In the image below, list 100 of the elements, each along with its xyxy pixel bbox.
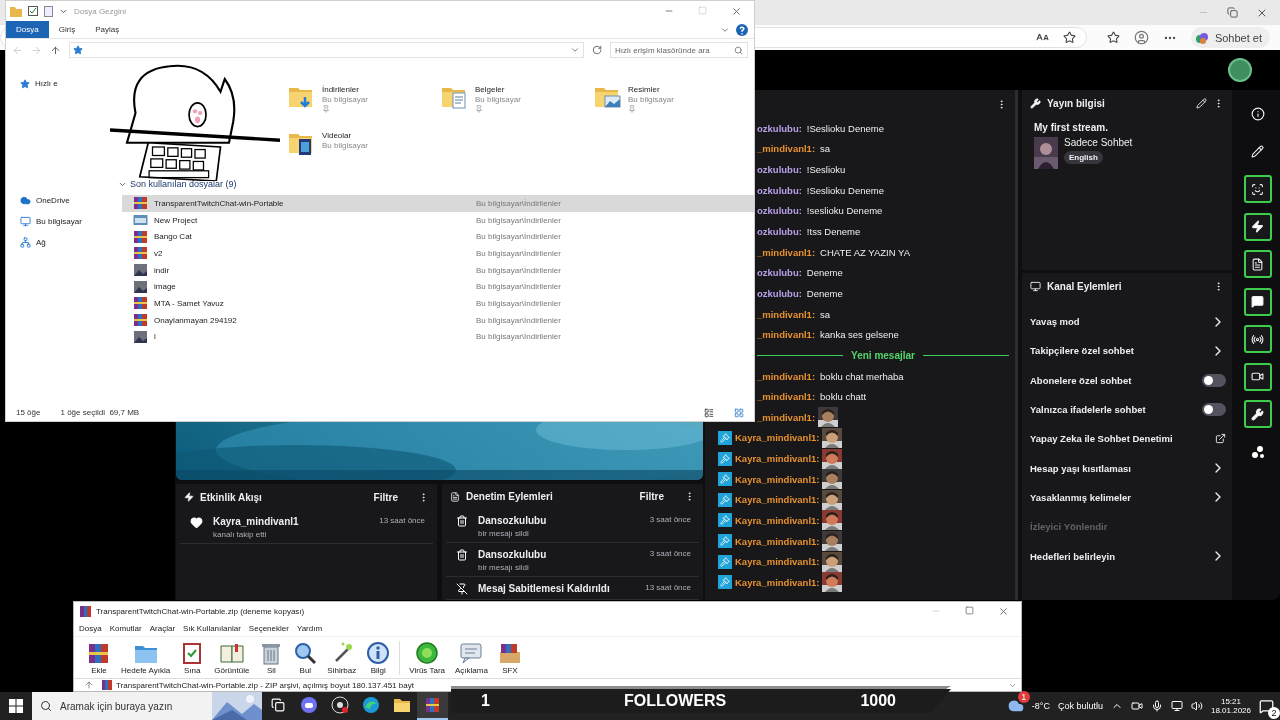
- file-row[interactable]: Onaylanmayan 294192 Bu bilgisayar\İndirilenler: [122, 311, 754, 329]
- file-row[interactable]: MTA - Samet Yavuz Bu bilgisayar\İndirilenler: [122, 295, 754, 312]
- toolbar-button[interactable]: Sına: [177, 640, 208, 675]
- chat-username[interactable]: ozkulubu:: [757, 267, 802, 279]
- close-icon[interactable]: [998, 606, 1009, 617]
- menu-item[interactable]: Dosya: [79, 624, 102, 633]
- toolbar-button[interactable]: Virüs Tara: [406, 640, 448, 675]
- menu-item[interactable]: Komutlar: [109, 624, 142, 633]
- chat-username[interactable]: ozkulubu:: [757, 226, 802, 237]
- restore-icon[interactable]: [1227, 7, 1238, 18]
- toolbar-button[interactable]: Bilgi: [363, 640, 394, 675]
- filter-button[interactable]: Filtre: [639, 491, 664, 502]
- camera-icon[interactable]: [1130, 700, 1143, 712]
- search-field[interactable]: Hızlı erişim klasöründe ara: [610, 42, 748, 58]
- toolbar-button[interactable]: Hedefe Ayıkla: [118, 640, 174, 675]
- nav-item[interactable]: Bu bilgisayar: [36, 217, 82, 226]
- document-button[interactable]: [1243, 250, 1272, 278]
- chat-username[interactable]: ozkulubu:: [757, 287, 802, 299]
- nav-item[interactable]: Ağ: [36, 238, 46, 247]
- channel-action[interactable]: Yavaş mod: [1030, 316, 1080, 328]
- toolbar-button[interactable]: Açıklama: [452, 640, 491, 675]
- folder-tile[interactable]: İndirilenler Bu bilgisayar: [288, 83, 441, 119]
- camera-button[interactable]: [1243, 175, 1272, 203]
- refresh-icon[interactable]: [592, 45, 602, 55]
- channel-action[interactable]: Hedefleri belirleyin: [1030, 550, 1115, 562]
- chat-username[interactable]: _mindivanl1:: [757, 329, 816, 341]
- toolbar-button[interactable]: Bul: [290, 640, 321, 675]
- up-icon[interactable]: [50, 44, 61, 56]
- file-row[interactable]: New Project Bu bilgisayar\İndirilenler: [122, 211, 754, 229]
- folder-tile[interactable]: Videolar Bu bilgisayar: [288, 129, 441, 165]
- file-row[interactable]: image Bu bilgisayar\İndirilenler: [122, 278, 754, 296]
- file-row[interactable]: Bango Cat Bu bilgisayar\İndirilenler: [122, 228, 754, 246]
- star-icon[interactable]: [1062, 31, 1076, 44]
- taskbar-app-button[interactable]: [417, 692, 448, 720]
- chat-username[interactable]: Kayra_mindivanl1:: [735, 535, 820, 547]
- file-row[interactable]: indir Bu bilgisayar\İndirilenler: [122, 261, 754, 279]
- toolbar-button[interactable]: Sil: [256, 640, 287, 675]
- chat-username[interactable]: _mindivanl1:: [757, 143, 816, 155]
- folder-tile[interactable]: Resimler Bu bilgisayar: [594, 83, 747, 119]
- external-link-icon[interactable]: [1215, 433, 1226, 445]
- chat-username[interactable]: _mindivanl1:: [757, 370, 816, 382]
- chat-username[interactable]: Kayra_mindivanl1:: [735, 453, 820, 465]
- chat-username[interactable]: Kayra_mindivanl1:: [735, 494, 820, 506]
- chat-username[interactable]: _mindivanl1:: [757, 411, 816, 423]
- notification-icon[interactable]: [1259, 698, 1274, 714]
- ribbon-tab[interactable]: Paylaş: [85, 21, 130, 38]
- nav-item[interactable]: OneDrive: [36, 196, 70, 205]
- mic-icon[interactable]: [1150, 700, 1163, 712]
- wrench-button[interactable]: [1243, 400, 1272, 428]
- channel-action[interactable]: Yapay Zeka ile Sohbet Denetimi: [1030, 433, 1173, 445]
- ribbon-tab[interactable]: Giriş: [48, 21, 86, 38]
- menu-item[interactable]: Sık Kullanılanlar: [183, 624, 241, 633]
- menu-item[interactable]: Araçlar: [149, 624, 176, 633]
- chat-username[interactable]: _mindivanl1:: [757, 246, 816, 258]
- menu-item[interactable]: Yardım: [296, 624, 323, 633]
- toolbar-button[interactable]: SFX: [494, 640, 525, 675]
- copilot-button[interactable]: Sohbet et: [1190, 27, 1270, 48]
- channel-action[interactable]: Abonelere özel sohbet: [1030, 374, 1132, 386]
- volume-icon[interactable]: [1190, 700, 1203, 712]
- chat-username[interactable]: Kayra_mindivanl1:: [735, 576, 820, 588]
- channel-action[interactable]: Yasaklanmış kelimeler: [1030, 491, 1131, 503]
- star-icon[interactable]: [1106, 31, 1120, 44]
- chat-username[interactable]: Kayra_mindivanl1:: [735, 515, 820, 526]
- chat-username[interactable]: Kayra_mindivanl1:: [735, 432, 820, 444]
- chat-username[interactable]: ozkulubu:: [757, 164, 802, 176]
- chat-button[interactable]: [1243, 287, 1272, 316]
- broadcast-button[interactable]: [1243, 325, 1272, 353]
- file-row[interactable]: i Bu bilgisayar\İndirilenler: [122, 328, 754, 346]
- toggle-switch[interactable]: [1202, 403, 1226, 417]
- ribbon-tab[interactable]: Dosya: [6, 21, 49, 38]
- clock[interactable]: 15:21 18.01.2026: [1210, 697, 1251, 715]
- toolbar-button[interactable]: Sihirbaz: [324, 640, 360, 675]
- video-button[interactable]: [1243, 362, 1272, 391]
- chat-username[interactable]: Kayra_mindivanl1:: [735, 556, 820, 568]
- filter-button[interactable]: Filtre: [373, 491, 398, 503]
- tiles-view-icon[interactable]: [734, 407, 744, 418]
- dropdown-icon[interactable]: [570, 45, 580, 55]
- monitor-icon[interactable]: [1170, 700, 1183, 712]
- channel-action[interactable]: Hesap yaşı kısıtlaması: [1030, 462, 1131, 474]
- language-tag[interactable]: English: [1064, 151, 1103, 164]
- chat-username[interactable]: Kayra_mindivanl1:: [735, 473, 820, 485]
- toolbar-button[interactable]: Ekle: [84, 640, 114, 675]
- chat-username[interactable]: ozkulubu:: [757, 122, 802, 134]
- chat-username[interactable]: ozkulubu:: [757, 205, 802, 217]
- file-row[interactable]: v2 Bu bilgisayar\İndirilenler: [122, 245, 754, 262]
- chat-username[interactable]: _mindivanl1:: [757, 308, 816, 320]
- nav-item[interactable]: Hızlı e: [35, 79, 58, 88]
- chat-username[interactable]: _mindivanl1:: [757, 391, 816, 403]
- chat-username[interactable]: ozkulubu:: [757, 184, 802, 196]
- search-field[interactable]: Aramak için buraya yazın: [32, 692, 262, 720]
- close-icon[interactable]: [731, 5, 742, 17]
- folder-tile[interactable]: Belgeler Bu bilgisayar: [441, 83, 594, 119]
- profile-icon[interactable]: [1133, 30, 1149, 45]
- help-icon[interactable]: [736, 23, 748, 36]
- avatar[interactable]: [1228, 58, 1252, 82]
- channel-action[interactable]: Takipçilere özel sohbet: [1030, 345, 1134, 357]
- pencil-icon[interactable]: [1196, 97, 1207, 109]
- up-icon[interactable]: [84, 680, 94, 690]
- menu-item[interactable]: Seçenekler: [248, 624, 289, 633]
- lightning-button[interactable]: [1243, 212, 1272, 241]
